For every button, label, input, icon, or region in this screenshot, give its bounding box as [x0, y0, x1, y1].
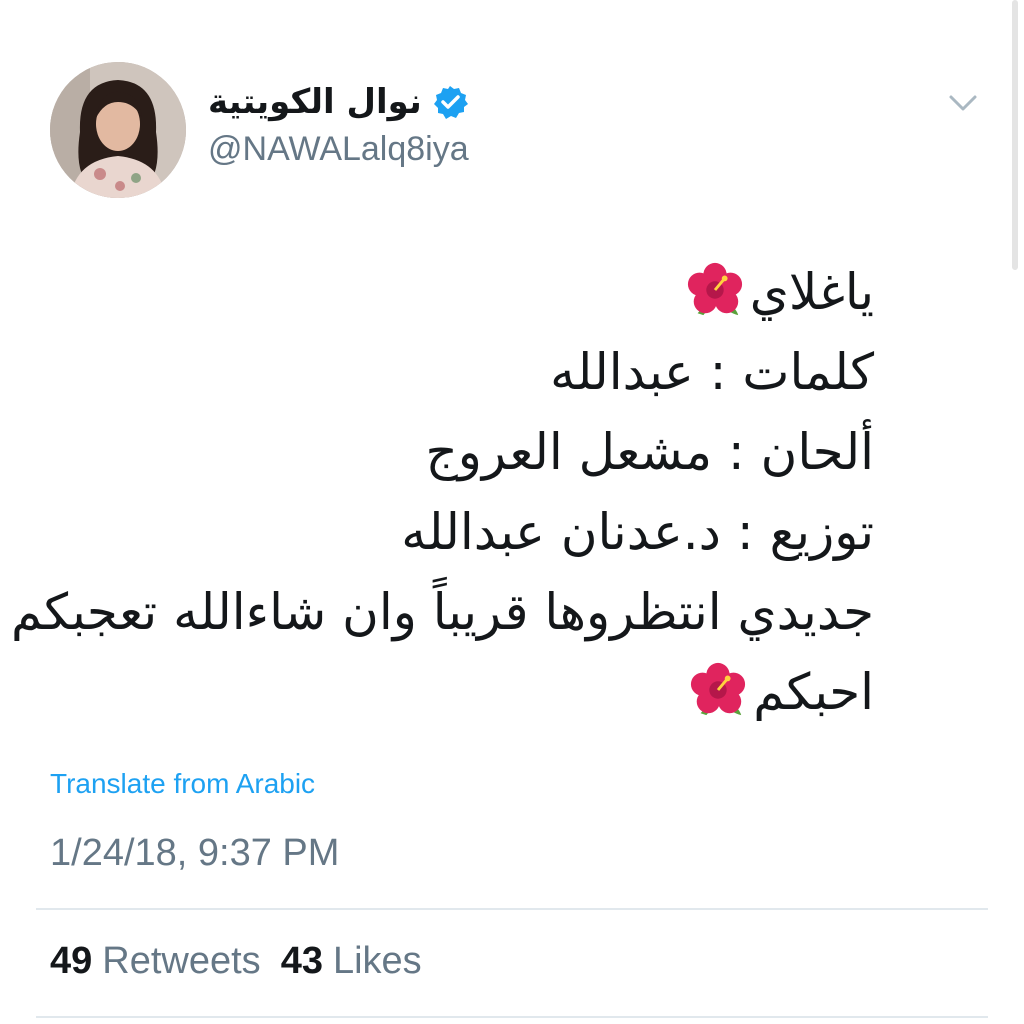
- divider: [36, 1016, 988, 1018]
- tweet-line: جديدي انتظروها قريباً وان شاءالله تعجبكم: [10, 583, 874, 641]
- user-name-row: نوال الكويتية: [208, 80, 468, 124]
- avatar[interactable]: [50, 62, 186, 198]
- tweet-line: توزيع : د.عدنان عبدالله: [401, 503, 874, 561]
- likes-count: 43: [280, 940, 323, 982]
- tweet-stats: 49 Retweets 43 Likes: [50, 940, 422, 983]
- tweet-line: كلمات : عبدالله: [550, 343, 874, 401]
- tweet-text: ياغلاي كلمات : عبدالله ألحان : مشعل العر…: [10, 252, 874, 732]
- tweet-line: ياغلاي: [54, 252, 874, 332]
- tweet-line: ألحان : مشعل العروج: [425, 423, 874, 481]
- likes-stat[interactable]: 43 Likes: [281, 940, 422, 983]
- retweets-label: Retweets: [102, 940, 261, 982]
- translate-link[interactable]: Translate from Arabic: [50, 768, 315, 800]
- hibiscus-icon: [691, 662, 746, 716]
- tweet-timestamp[interactable]: 1/24/18, 9:37 PM: [50, 832, 339, 875]
- divider: [36, 908, 988, 910]
- hibiscus-icon: [687, 262, 742, 316]
- chevron-down-icon[interactable]: [948, 92, 978, 114]
- scrollbar[interactable]: [1012, 0, 1018, 270]
- avatar-photo: [50, 62, 186, 198]
- likes-label: Likes: [332, 940, 422, 982]
- user-handle[interactable]: @NAWALalq8iya: [208, 130, 469, 169]
- display-name[interactable]: نوال الكويتية: [208, 82, 422, 122]
- retweets-count: 49: [50, 940, 93, 982]
- verified-badge-icon: [432, 84, 468, 120]
- tweet-line: احبكم: [54, 652, 874, 732]
- retweets-stat[interactable]: 49 Retweets: [50, 940, 261, 983]
